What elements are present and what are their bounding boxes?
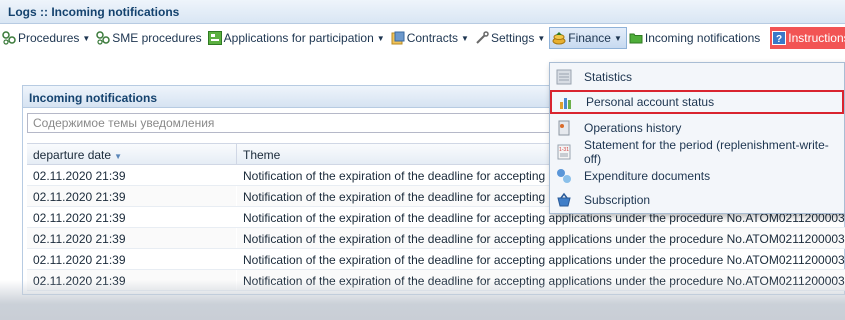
menu-incoming-notifications-label: Incoming notifications	[644, 31, 761, 45]
window-title: Logs :: Incoming notifications	[0, 0, 845, 24]
statistics-icon	[556, 69, 572, 85]
menu-settings[interactable]: Settings ▼	[473, 27, 549, 49]
menu-applications[interactable]: Applications for participation ▼	[206, 27, 389, 49]
statement-icon: 1-31	[557, 144, 571, 160]
chevron-down-icon: ▼	[82, 33, 91, 43]
operations-history-icon	[558, 120, 570, 136]
finance-menu-personal-account-status[interactable]: Personal account status	[550, 90, 844, 114]
settings-icon	[476, 31, 489, 44]
finance-menu-statement-for-the-period-label: Statement for the period (replenishment-…	[584, 138, 829, 166]
finance-dropdown-menu: Statistics Personal account status Opera…	[549, 62, 845, 214]
bottom-edge-fade	[0, 280, 845, 320]
menu-sme-procedures-label: SME procedures	[112, 31, 202, 45]
finance-menu-subscription-label: Subscription	[584, 193, 651, 207]
subscription-icon	[557, 192, 571, 207]
chevron-down-icon: ▼	[461, 33, 469, 43]
finance-icon	[552, 32, 566, 45]
menu-contracts[interactable]: Contracts ▼	[389, 27, 473, 49]
column-header-date[interactable]: departure date ▼	[27, 144, 237, 164]
menu-sme-procedures[interactable]: SME procedures	[94, 27, 205, 49]
expenditure-documents-icon	[557, 169, 571, 183]
chevron-down-icon: ▼	[613, 33, 622, 43]
menu-settings-label: Settings	[490, 31, 535, 45]
cell-date: 02.11.2020 21:39	[27, 249, 237, 269]
cell-date: 02.11.2020 21:39	[27, 165, 237, 185]
main-menu: Procedures ▼ SME procedures Applications …	[0, 27, 845, 49]
menu-instructions-label: Instructions	[788, 31, 845, 45]
finance-menu-expenditure-documents-label: Expenditure documents	[584, 169, 711, 183]
menu-finance[interactable]: Finance ▼	[549, 27, 627, 49]
menu-incoming-notifications[interactable]: Incoming notifications	[627, 27, 764, 49]
table-row[interactable]: 02.11.2020 21:39 Notification of the expi…	[27, 228, 845, 249]
finance-menu-personal-account-status-label: Personal account status	[586, 95, 715, 109]
chevron-down-icon: ▼	[376, 33, 385, 43]
contracts-icon	[391, 31, 405, 45]
cell-theme: Notification of the expiration of the de…	[243, 232, 845, 246]
account-status-icon	[560, 98, 571, 109]
menu-applications-label: Applications for participation	[223, 31, 374, 45]
menu-procedures[interactable]: Procedures ▼	[0, 27, 94, 49]
column-header-date-label: departure date	[33, 148, 112, 162]
procedures-icon	[2, 31, 16, 45]
finance-menu-statement-for-the-period[interactable]: 1-31 Statement for the period (replenish…	[550, 138, 844, 166]
finance-menu-operations-history[interactable]: Operations history	[550, 116, 844, 140]
cell-date: 02.11.2020 21:39	[27, 228, 237, 248]
finance-menu-statistics-label: Statistics	[584, 70, 633, 84]
menu-instructions[interactable]: ? Instructions▼	[770, 27, 845, 49]
table-row[interactable]: 02.11.2020 21:39 Notification of the expi…	[27, 249, 845, 270]
cell-date: 02.11.2020 21:39	[27, 186, 237, 206]
cell-date: 02.11.2020 21:39	[27, 207, 237, 227]
sme-procedures-icon	[96, 31, 111, 45]
finance-menu-subscription[interactable]: Subscription	[550, 188, 844, 212]
menu-contracts-label: Contracts	[406, 31, 459, 45]
menu-procedures-label: Procedures	[18, 31, 80, 45]
help-icon: ?	[772, 31, 787, 45]
sort-desc-icon: ▼	[114, 152, 122, 161]
finance-menu-statistics[interactable]: Statistics	[550, 65, 844, 89]
cell-theme: Notification of the expiration of the de…	[243, 253, 845, 267]
svg-text:?: ?	[776, 34, 782, 45]
chevron-down-icon: ▼	[537, 33, 546, 43]
folder-icon	[629, 33, 643, 44]
menu-finance-label: Finance	[568, 31, 611, 45]
finance-menu-expenditure-documents[interactable]: Expenditure documents	[550, 164, 844, 188]
applications-icon	[207, 31, 222, 45]
svg-text:1-31: 1-31	[559, 147, 569, 153]
finance-menu-operations-history-label: Operations history	[584, 121, 682, 135]
